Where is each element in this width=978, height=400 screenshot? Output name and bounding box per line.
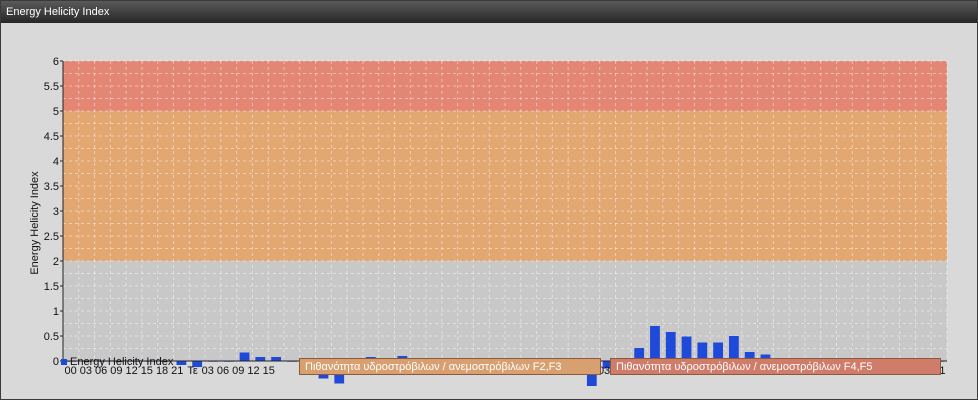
- x-tick-label: Τε: [187, 365, 198, 377]
- chart-window: Energy Helicity Index 0 0.5 1 1.5 2 2.5 3 3.5 4 4…: [0, 0, 978, 400]
- x-tick-label: 03: [202, 365, 214, 377]
- y-tick-label: 1.5: [44, 281, 59, 293]
- y-tick-label: 2: [53, 256, 59, 268]
- y-tick-label: 1: [53, 306, 59, 318]
- y-tick-label: 0.5: [44, 331, 59, 343]
- x-tick-label: 12: [247, 365, 259, 377]
- legend-swatch: [61, 359, 67, 366]
- x-tick-label: 06: [217, 365, 229, 377]
- y-tick-label: 5: [53, 106, 59, 118]
- window-title: Energy Helicity Index: [1, 1, 977, 23]
- bar: [665, 332, 676, 361]
- y-axis-label: Energy Helicity Index: [29, 171, 41, 275]
- y-tick-label: 2.5: [44, 231, 59, 243]
- y-tick-label: 3: [53, 206, 59, 218]
- bar: [239, 352, 250, 361]
- y-tick-label: 4: [53, 156, 59, 168]
- bar: [255, 357, 266, 361]
- zone-label-f4f5: Πιθανότητα υδροστρόβιλων / ανεμοστρόβιλω…: [610, 358, 941, 375]
- bar: [271, 357, 282, 361]
- y-tick-label: 4.5: [44, 131, 59, 143]
- chart-legend: Energy Helicity Index: [61, 355, 173, 369]
- y-tick-label: 5.5: [44, 81, 59, 93]
- y-tick-label: 0: [53, 356, 59, 368]
- legend-label: Energy Helicity Index: [70, 356, 174, 368]
- y-tick-label: 6: [53, 56, 59, 68]
- bar: [650, 326, 660, 361]
- x-tick-label: 09: [232, 365, 244, 377]
- zone-label-f2f3: Πιθανότητα υδροστρόβιλων / ανεμοστρόβιλω…: [299, 358, 601, 375]
- ehi-chart: 00.511.522.533.544.555.56 00 03 06 09 12 15 18…: [29, 56, 948, 386]
- x-tick-label: 15: [263, 365, 275, 377]
- y-tick-label: 3.5: [44, 181, 59, 193]
- y-tick-labels: 0 0.5 1 1.5 2 2.5 3 3.5 4 4.5 5 5.5 6: [44, 56, 63, 368]
